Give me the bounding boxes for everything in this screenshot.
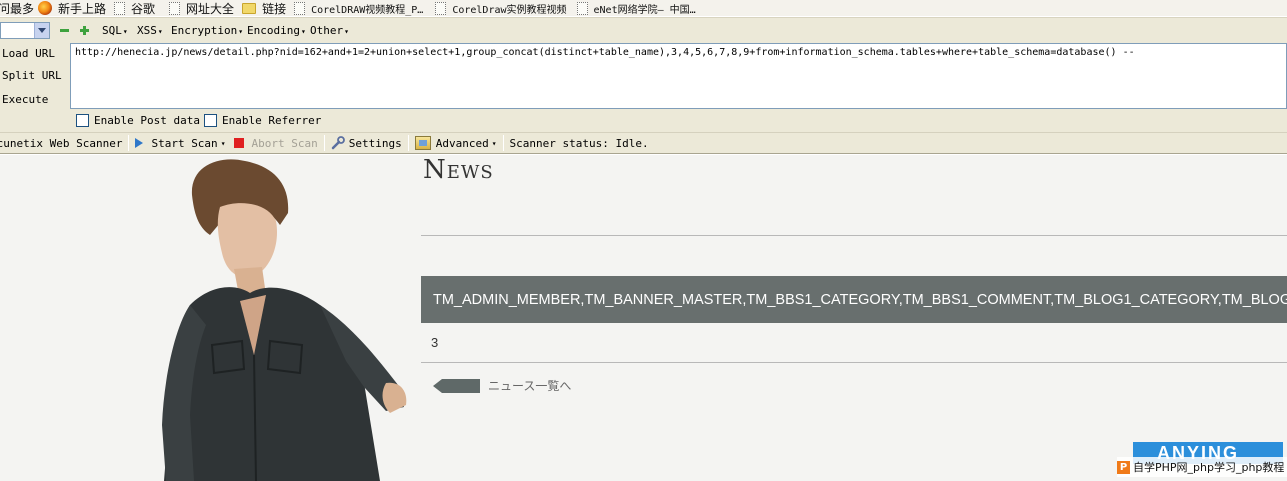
bookmark-label: eNet网络学院— 中国… bbox=[593, 4, 696, 16]
back-link-label: ニュース一覧へ bbox=[488, 379, 572, 393]
injected-table-names: TM_ADMIN_MEMBER,TM_BANNER_MASTER,TM_BBS1… bbox=[433, 291, 1287, 308]
wrench-icon bbox=[331, 136, 345, 150]
back-to-news-list-link[interactable]: ニュース一覧へ bbox=[433, 377, 571, 394]
play-icon bbox=[135, 138, 144, 148]
chevron-down-icon bbox=[34, 23, 49, 38]
checkbox-label: Enable Post data bbox=[94, 114, 200, 127]
checkbox-box[interactable] bbox=[204, 114, 217, 127]
page-icon bbox=[114, 1, 126, 15]
hackbar-menu: SQL XSS Encryption Encoding Other bbox=[0, 17, 1287, 43]
load-url-button[interactable]: Load URL bbox=[2, 47, 55, 60]
acunetix-toolbar: Acunetix Web Scanner Start Scan ▾ Abort … bbox=[0, 132, 1287, 154]
advanced-icon bbox=[414, 136, 431, 150]
bookmark-coreldraw-examples[interactable]: CorelDraw实例教程视频 bbox=[435, 0, 567, 16]
url-textarea[interactable]: http://henecia.jp/news/detail.php?nid=16… bbox=[70, 43, 1287, 109]
news-headline-bar: TM_ADMIN_MEMBER,TM_BANNER_MASTER,TM_BBS1… bbox=[421, 276, 1287, 323]
bookmark-label: CorelDraw实例教程视频 bbox=[452, 4, 567, 16]
bookmark-label: 谷歌 bbox=[131, 1, 156, 16]
page-icon bbox=[294, 1, 306, 15]
page-icon bbox=[576, 1, 588, 15]
page-icon bbox=[435, 1, 447, 15]
abort-scan-label: Abort Scan bbox=[251, 136, 318, 150]
advanced-button[interactable]: Advanced ▾ bbox=[414, 136, 497, 150]
menu-other[interactable]: Other bbox=[310, 24, 349, 37]
bookmark-label: 链接 bbox=[262, 1, 287, 16]
split-url-button[interactable]: Split URL bbox=[2, 69, 62, 82]
menu-encryption[interactable]: Encryption bbox=[171, 24, 243, 37]
toolbar-divider bbox=[323, 135, 325, 151]
php-watermark-text: 自学PHP网_php学习_php教程 bbox=[1133, 461, 1285, 474]
toolbar-divider bbox=[128, 135, 130, 151]
bookmark-label: 新手上路 bbox=[58, 1, 107, 16]
firefox-icon bbox=[38, 1, 53, 15]
page-icon bbox=[169, 1, 181, 15]
news-body-text: 3 bbox=[431, 335, 439, 350]
start-scan-button[interactable]: Start Scan ▾ bbox=[135, 136, 226, 150]
bookmarks-bar: 访问最多 新手上路 谷歌 网址大全 链接 CorelDRAW视频教程_P… Co… bbox=[0, 0, 1287, 16]
caret-down-icon: ▾ bbox=[220, 138, 226, 148]
menu-xss[interactable]: XSS bbox=[137, 24, 163, 37]
minus-icon[interactable] bbox=[60, 26, 69, 35]
hackbar-panel: Load URL Split URL Execute http://heneci… bbox=[0, 43, 1287, 132]
scanner-status: Scanner status: Idle. bbox=[509, 136, 649, 150]
menu-sql[interactable]: SQL bbox=[102, 24, 128, 37]
divider bbox=[421, 362, 1287, 363]
enable-referrer-checkbox[interactable]: Enable Referrer bbox=[204, 114, 321, 127]
back-arrow-icon bbox=[433, 378, 480, 393]
bookmark-most-visited[interactable]: 访问最多 bbox=[0, 0, 34, 16]
bookmark-label: 访问最多 bbox=[0, 1, 35, 16]
advanced-label: Advanced bbox=[435, 136, 489, 150]
folder-icon bbox=[242, 2, 257, 14]
php-watermark: P 自学PHP网_php学习_php教程 bbox=[1117, 457, 1287, 477]
settings-button[interactable]: Settings bbox=[331, 136, 402, 150]
hackbar-dropdown[interactable] bbox=[0, 22, 50, 39]
bookmark-label: CorelDRAW视频教程_P… bbox=[311, 4, 424, 16]
settings-label: Settings bbox=[348, 136, 402, 150]
stop-icon bbox=[233, 138, 244, 148]
toolbar-divider bbox=[502, 135, 504, 151]
plus-icon[interactable] bbox=[80, 26, 89, 35]
divider bbox=[421, 235, 1287, 236]
web-page: News TM_ADMIN_MEMBER,TM_BANNER_MASTER,TM… bbox=[0, 155, 1287, 481]
person-photo bbox=[162, 159, 407, 481]
bookmark-links-folder[interactable]: 链接 bbox=[242, 0, 286, 16]
execute-button[interactable]: Execute bbox=[2, 93, 48, 106]
menu-encoding[interactable]: Encoding bbox=[247, 24, 306, 37]
toolbar-divider bbox=[407, 135, 409, 151]
bookmark-coreldraw-video[interactable]: CorelDRAW视频教程_P… bbox=[294, 0, 423, 16]
bookmark-label: 网址大全 bbox=[186, 1, 235, 16]
php-logo-icon: P bbox=[1117, 460, 1130, 474]
bookmark-enet[interactable]: eNet网络学院— 中国… bbox=[576, 0, 696, 16]
page-title: News bbox=[423, 155, 494, 185]
enable-post-checkbox[interactable]: Enable Post data bbox=[76, 114, 200, 127]
bookmark-getting-started[interactable]: 新手上路 bbox=[38, 0, 106, 16]
bookmark-site-directory[interactable]: 网址大全 bbox=[169, 0, 234, 16]
start-scan-label: Start Scan bbox=[151, 136, 218, 150]
abort-scan-button[interactable]: Abort Scan bbox=[233, 136, 318, 150]
checkbox-box[interactable] bbox=[76, 114, 89, 127]
caret-down-icon: ▾ bbox=[491, 138, 497, 148]
acunetix-title: Acunetix Web Scanner bbox=[0, 136, 123, 150]
bookmark-google[interactable]: 谷歌 bbox=[114, 0, 155, 16]
checkbox-label: Enable Referrer bbox=[222, 114, 322, 127]
